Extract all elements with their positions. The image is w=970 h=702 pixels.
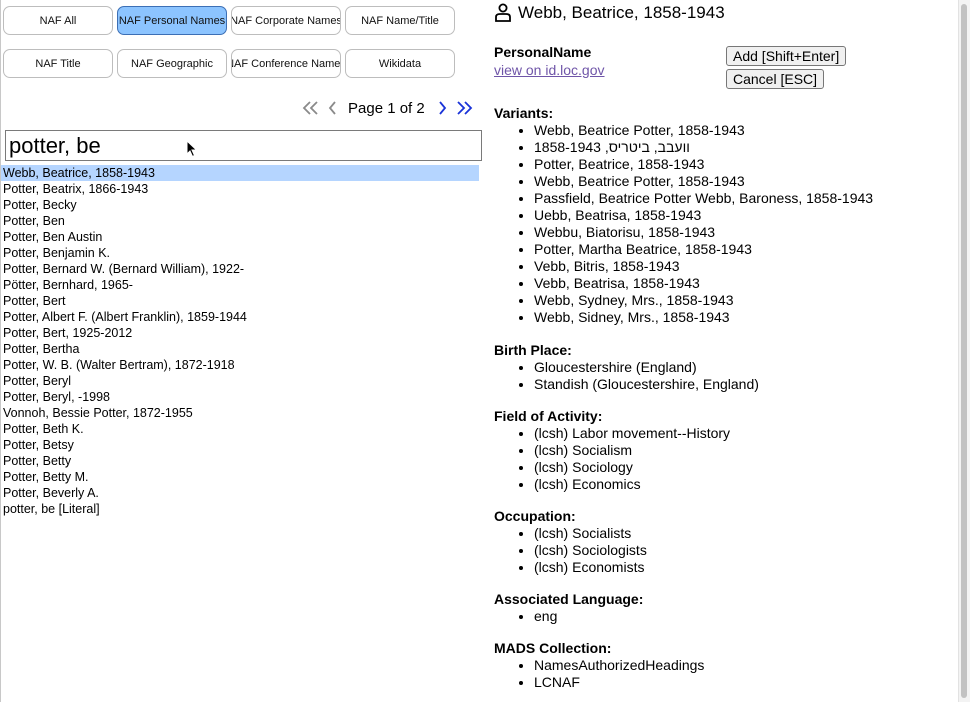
last-page-icon[interactable] <box>453 98 475 118</box>
section-item: (lcsh) Sociologists <box>534 542 647 559</box>
section-list: (lcsh) Labor movement--History(lcsh) Soc… <box>494 425 730 493</box>
section-item: (lcsh) Socialists <box>534 525 647 542</box>
section-item: Vebb, Bitris, 1858-1943 <box>534 258 873 275</box>
record-type-label: PersonalName <box>494 44 592 60</box>
section-item: וועבב, ביטריס, 1858-1943 <box>534 139 873 156</box>
page-indicator: Page 1 of 2 <box>348 99 425 117</box>
tab-naf-corporate-names[interactable]: NAF Corporate Names <box>231 6 341 35</box>
section-item: Vebb, Beatrisa, 1858-1943 <box>534 275 873 292</box>
section-heading: Variants: <box>494 105 554 121</box>
section-item: Webb, Sidney, Mrs., 1858-1943 <box>534 309 873 326</box>
search-input[interactable] <box>6 131 481 160</box>
section-item: (lcsh) Sociology <box>534 459 730 476</box>
next-page-icon[interactable] <box>431 98 453 118</box>
result-item[interactable]: Potter, Beverly A. <box>1 485 479 501</box>
section-item: Webb, Beatrice Potter, 1858-1943 <box>534 173 873 190</box>
section-item: Passfield, Beatrice Potter Webb, Barones… <box>534 190 873 207</box>
view-on-loc-link[interactable]: view on id.loc.gov <box>494 62 605 78</box>
result-item[interactable]: Potter, Bertha <box>1 341 479 357</box>
section-list: eng <box>494 608 643 625</box>
section-heading: Associated Language: <box>494 591 644 607</box>
result-item[interactable]: Potter, Beryl <box>1 373 479 389</box>
search-box <box>5 130 482 161</box>
section-item: eng <box>534 608 643 625</box>
tab-naf-geographic[interactable]: NAF Geographic <box>117 49 227 78</box>
person-icon <box>495 3 511 22</box>
tab-naf-personal-names[interactable]: NAF Personal Names <box>117 6 227 35</box>
result-item[interactable]: Webb, Beatrice, 1858-1943 <box>1 165 479 181</box>
add-button[interactable]: Add [Shift+Enter] <box>726 46 847 66</box>
result-item[interactable]: Potter, Benjamin K. <box>1 245 479 261</box>
first-page-icon[interactable] <box>300 98 322 118</box>
result-item[interactable]: Potter, Betty M. <box>1 469 479 485</box>
result-item[interactable]: Potter, Ben Austin <box>1 229 479 245</box>
result-item[interactable]: Potter, Ben <box>1 213 479 229</box>
section-item: NamesAuthorizedHeadings <box>534 657 704 674</box>
detail-title-row: Webb, Beatrice, 1858-1943 <box>494 3 725 23</box>
detail-section: Field of Activity:(lcsh) Labor movement-… <box>494 408 730 493</box>
section-item: Webb, Sydney, Mrs., 1858-1943 <box>534 292 873 309</box>
detail-section: Birth Place:Gloucestershire (England)Sta… <box>494 342 759 393</box>
section-item: (lcsh) Economists <box>534 559 647 576</box>
result-item[interactable]: Potter, Becky <box>1 197 479 213</box>
section-heading: MADS Collection: <box>494 640 612 656</box>
result-item[interactable]: Potter, Bernard W. (Bernard William), 19… <box>1 261 479 277</box>
result-item[interactable]: Pötter, Bernhard, 1965- <box>1 277 479 293</box>
results-list: Webb, Beatrice, 1858-1943 Potter, Beatrix… <box>1 165 479 517</box>
detail-section: MADS Collection:NamesAuthorizedHeadingsL… <box>494 640 704 691</box>
section-item: (lcsh) Labor movement--History <box>534 425 730 442</box>
result-item[interactable]: Potter, Betty <box>1 453 479 469</box>
tab-naf-all[interactable]: NAF All <box>3 6 113 35</box>
section-item: (lcsh) Socialism <box>534 442 730 459</box>
section-list: NamesAuthorizedHeadingsLCNAF <box>494 657 704 691</box>
section-heading: Birth Place: <box>494 342 572 358</box>
tab-naf-title[interactable]: NAF Title <box>3 49 113 78</box>
section-list: Gloucestershire (England)Standish (Glouc… <box>494 359 759 393</box>
section-item: Standish (Gloucestershire, England) <box>534 376 759 393</box>
result-item[interactable]: Potter, Bert <box>1 293 479 309</box>
section-item: LCNAF <box>534 674 704 691</box>
pager: Page 1 of 2 <box>300 97 475 119</box>
prev-page-icon[interactable] <box>322 98 344 118</box>
detail-section: Occupation:(lcsh) Socialists(lcsh) Socio… <box>494 508 647 576</box>
result-item[interactable]: potter, be [Literal] <box>1 501 479 517</box>
result-item[interactable]: Potter, Beatrix, 1866-1943 <box>1 181 479 197</box>
detail-title: Webb, Beatrice, 1858-1943 <box>518 3 725 22</box>
scrollbar-thumb[interactable] <box>961 4 967 698</box>
cancel-button[interactable]: Cancel [ESC] <box>726 69 825 89</box>
section-item: Webb, Beatrice Potter, 1858-1943 <box>534 122 873 139</box>
result-item[interactable]: Potter, Albert F. (Albert Franklin), 185… <box>1 309 479 325</box>
section-item: Gloucestershire (England) <box>534 359 759 376</box>
section-item: Webbu, Biatorisu, 1858-1943 <box>534 224 873 241</box>
section-heading: Occupation: <box>494 508 576 524</box>
section-item: (lcsh) Economics <box>534 476 730 493</box>
result-item[interactable]: Potter, W. B. (Walter Bertram), 1872-191… <box>1 357 479 373</box>
result-item[interactable]: Potter, Beth K. <box>1 421 479 437</box>
detail-section: Variants:Webb, Beatrice Potter, 1858-194… <box>494 105 873 326</box>
mouse-cursor-icon <box>186 139 198 163</box>
tab-wikidata[interactable]: Wikidata <box>345 49 455 78</box>
tab-naf-name-title[interactable]: NAF Name/Title <box>345 6 455 35</box>
result-item[interactable]: Vonnoh, Bessie Potter, 1872-1955 <box>1 405 479 421</box>
tab-naf-conference-names[interactable]: NAF Conference Names <box>231 49 341 78</box>
section-heading: Field of Activity: <box>494 408 603 424</box>
result-item[interactable]: Potter, Betsy <box>1 437 479 453</box>
section-item: Potter, Beatrice, 1858-1943 <box>534 156 873 173</box>
section-item: Uebb, Beatrisa, 1858-1943 <box>534 207 873 224</box>
result-item[interactable]: Potter, Beryl, -1998 <box>1 389 479 405</box>
result-item[interactable]: Potter, Bert, 1925-2012 <box>1 325 479 341</box>
detail-section: Associated Language:eng <box>494 591 643 625</box>
section-list: Webb, Beatrice Potter, 1858-1943וועבב, ב… <box>494 122 873 326</box>
section-item: Potter, Martha Beatrice, 1858-1943 <box>534 241 873 258</box>
section-list: (lcsh) Socialists(lcsh) Sociologists(lcs… <box>494 525 647 576</box>
